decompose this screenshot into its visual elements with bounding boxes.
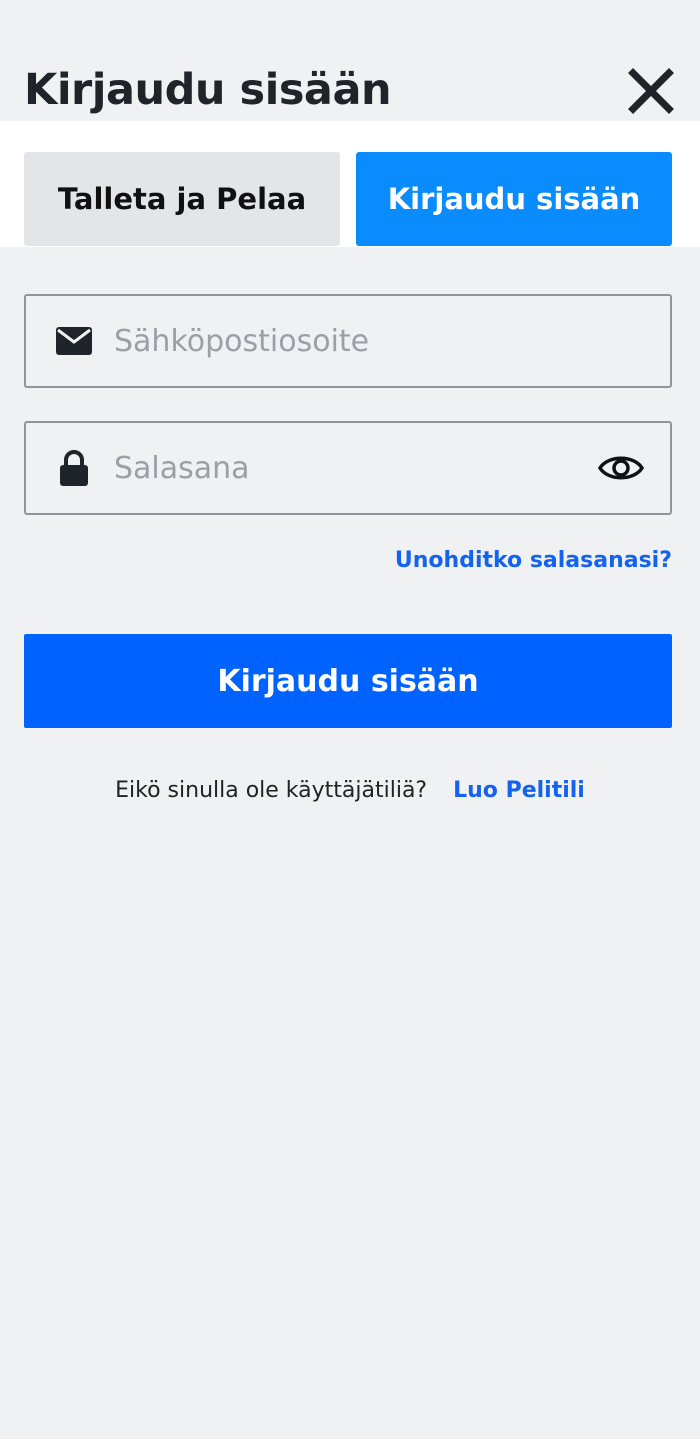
tab-bar: Talleta ja Pelaa Kirjaudu sisään <box>0 121 700 247</box>
create-account-link[interactable]: Luo Pelitili <box>453 778 585 803</box>
show-password-toggle[interactable] <box>598 445 644 491</box>
page-title: Kirjaudu sisään <box>24 65 392 115</box>
signup-prompt: Eikö sinulla ole käyttäjätiliä? <box>115 778 428 803</box>
forgot-password-link[interactable]: Unohditko salasanasi? <box>395 548 672 573</box>
password-field-container <box>24 421 672 515</box>
email-input[interactable] <box>114 296 594 386</box>
envelope-icon <box>56 323 92 359</box>
login-page: Kirjaudu sisään Talleta ja Pelaa Kirjaud… <box>0 0 700 1439</box>
close-button[interactable] <box>626 66 676 116</box>
login-submit-button[interactable]: Kirjaudu sisään <box>24 634 672 728</box>
eye-icon <box>598 456 644 480</box>
tab-deposit-and-play[interactable]: Talleta ja Pelaa <box>24 152 340 246</box>
close-icon <box>628 68 674 114</box>
lock-icon <box>56 450 92 486</box>
password-input[interactable] <box>114 423 594 513</box>
email-field-container <box>24 294 672 388</box>
modal-header: Kirjaudu sisään <box>24 58 676 120</box>
tab-login[interactable]: Kirjaudu sisään <box>356 152 672 246</box>
signup-row: Eikö sinulla ole käyttäjätiliä? Luo Pelit… <box>0 778 700 803</box>
